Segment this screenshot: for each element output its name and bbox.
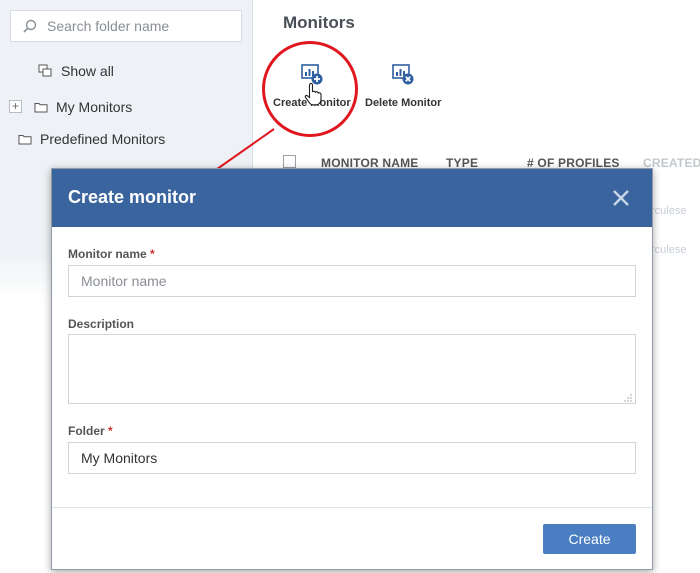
create-monitor-dialog: Create monitor Monitor name * Descriptio…: [51, 168, 653, 570]
folder-select[interactable]: My Monitors: [68, 442, 636, 474]
monitor-name-label: Monitor name *: [68, 247, 155, 261]
resize-grip-icon[interactable]: [624, 394, 632, 402]
create-button[interactable]: Create: [543, 524, 636, 554]
required-mark: *: [108, 424, 113, 438]
required-mark: *: [150, 247, 155, 261]
monitor-name-input[interactable]: [68, 265, 636, 297]
dialog-footer-divider: [52, 507, 652, 508]
dialog-title: Create monitor: [68, 187, 197, 207]
dialog-header: Create monitor: [52, 169, 652, 227]
close-icon[interactable]: [612, 189, 630, 207]
folder-label: Folder *: [68, 424, 113, 438]
description-label: Description: [68, 317, 135, 331]
description-textarea[interactable]: [68, 334, 636, 404]
